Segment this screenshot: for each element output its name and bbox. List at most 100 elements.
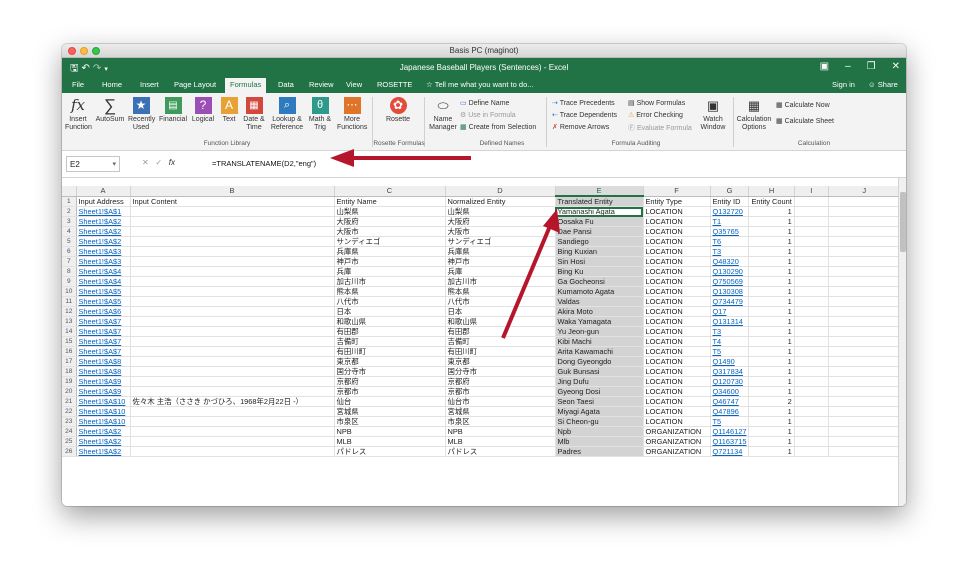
column-header-h[interactable]: H bbox=[748, 186, 795, 197]
table-cell[interactable]: T1 bbox=[710, 216, 750, 227]
table-cell[interactable] bbox=[794, 316, 829, 327]
table-cell[interactable] bbox=[828, 326, 901, 337]
table-cell[interactable]: 有田川町 bbox=[445, 346, 556, 357]
table-cell[interactable] bbox=[130, 256, 335, 267]
table-cell[interactable]: 和歌山県 bbox=[445, 316, 556, 327]
scrollbar-thumb[interactable] bbox=[900, 192, 906, 252]
table-cell[interactable] bbox=[794, 336, 829, 347]
table-cell[interactable]: Waka Yamagata bbox=[555, 316, 644, 327]
table-cell[interactable]: サンディエゴ bbox=[445, 236, 556, 247]
calculate-now-button[interactable]: ▦ Calculate Now bbox=[776, 101, 830, 109]
table-cell[interactable] bbox=[130, 246, 335, 257]
text-button[interactable]: A Text bbox=[219, 97, 239, 124]
remove-arrows-button[interactable]: ✗ Remove Arrows bbox=[552, 123, 609, 131]
table-cell[interactable]: Sheet1!$A$2 bbox=[76, 226, 131, 237]
tab-rosette[interactable]: ROSETTE bbox=[377, 80, 412, 89]
row-header[interactable]: 16 bbox=[62, 346, 77, 357]
table-cell[interactable]: Q131314 bbox=[710, 316, 750, 327]
fx-insert-icon[interactable]: fx bbox=[169, 158, 175, 167]
table-cell[interactable]: Q35765 bbox=[710, 226, 750, 237]
table-cell[interactable]: 八代市 bbox=[445, 296, 556, 307]
table-cell[interactable] bbox=[794, 296, 829, 307]
row-header[interactable]: 20 bbox=[62, 386, 77, 397]
table-cell[interactable]: LOCATION bbox=[643, 356, 711, 367]
table-cell[interactable]: T6 bbox=[710, 236, 750, 247]
table-cell[interactable] bbox=[828, 416, 901, 427]
table-cell[interactable]: 1 bbox=[748, 316, 795, 327]
tab-data[interactable]: Data bbox=[278, 80, 294, 89]
table-cell[interactable] bbox=[130, 216, 335, 227]
row-header[interactable]: 2 bbox=[62, 206, 77, 217]
table-cell[interactable]: Q17 bbox=[710, 306, 750, 317]
header-cell[interactable]: Entity Name bbox=[334, 196, 446, 207]
table-cell[interactable]: LOCATION bbox=[643, 246, 711, 257]
table-cell[interactable] bbox=[828, 236, 901, 247]
table-cell[interactable]: Sheet1!$A$2 bbox=[76, 436, 131, 447]
table-cell[interactable]: 兵庫県 bbox=[334, 246, 446, 257]
table-cell[interactable]: 京都市 bbox=[334, 386, 446, 397]
table-cell[interactable] bbox=[130, 306, 335, 317]
table-cell[interactable]: 京都市 bbox=[445, 386, 556, 397]
table-cell[interactable] bbox=[794, 426, 829, 437]
table-cell[interactable]: 1 bbox=[748, 266, 795, 277]
table-cell[interactable]: 熊本県 bbox=[445, 286, 556, 297]
column-header-g[interactable]: G bbox=[710, 186, 750, 197]
table-cell[interactable]: 有田郡 bbox=[334, 326, 446, 337]
table-cell[interactable]: Sheet1!$A$1 bbox=[76, 206, 131, 217]
table-cell[interactable] bbox=[794, 346, 829, 357]
table-cell[interactable]: 神戸市 bbox=[334, 256, 446, 267]
table-cell[interactable] bbox=[794, 386, 829, 397]
table-cell[interactable]: 1 bbox=[748, 386, 795, 397]
table-cell[interactable]: Sheet1!$A$3 bbox=[76, 256, 131, 267]
row-header[interactable]: 24 bbox=[62, 426, 77, 437]
table-cell[interactable]: LOCATION bbox=[643, 256, 711, 267]
table-cell[interactable]: Q34600 bbox=[710, 386, 750, 397]
table-cell[interactable]: Sheet1!$A$10 bbox=[76, 416, 131, 427]
table-cell[interactable]: Sandiego bbox=[555, 236, 644, 247]
table-cell[interactable]: 1 bbox=[748, 336, 795, 347]
table-cell[interactable] bbox=[130, 436, 335, 447]
define-name-button[interactable]: ▭ Define Name bbox=[460, 99, 509, 107]
trace-precedents-button[interactable]: ⇢ Trace Precedents bbox=[552, 99, 615, 107]
autosum-button[interactable]: ∑ AutoSum bbox=[95, 97, 125, 124]
table-cell[interactable]: サンディエゴ bbox=[334, 236, 446, 247]
table-cell[interactable]: LOCATION bbox=[643, 226, 711, 237]
row-header[interactable]: 6 bbox=[62, 246, 77, 257]
table-cell[interactable]: LOCATION bbox=[643, 396, 711, 407]
table-cell[interactable]: Si Cheon-gu bbox=[555, 416, 644, 427]
row-header[interactable]: 26 bbox=[62, 446, 77, 457]
table-cell[interactable] bbox=[794, 366, 829, 377]
table-cell[interactable]: Sheet1!$A$8 bbox=[76, 356, 131, 367]
table-cell[interactable] bbox=[130, 316, 335, 327]
table-cell[interactable]: 大阪市 bbox=[445, 226, 556, 237]
table-cell[interactable]: 1 bbox=[748, 226, 795, 237]
table-cell[interactable]: 加古川市 bbox=[445, 276, 556, 287]
table-cell[interactable]: 1 bbox=[748, 296, 795, 307]
sign-in-link[interactable]: Sign in bbox=[832, 80, 855, 89]
restore-icon[interactable]: ❐ bbox=[867, 61, 876, 72]
table-cell[interactable]: 京都府 bbox=[445, 376, 556, 387]
worksheet-grid[interactable]: A B C D E F G H I J 1 Input Address Input … bbox=[62, 178, 906, 506]
table-cell[interactable]: ORGANIZATION bbox=[643, 436, 711, 447]
table-cell[interactable] bbox=[828, 276, 901, 287]
tell-me-search[interactable]: ☆ Tell me what you want to do... bbox=[426, 80, 534, 89]
row-header[interactable]: 9 bbox=[62, 276, 77, 287]
tab-insert[interactable]: Insert bbox=[140, 80, 159, 89]
table-cell[interactable]: LOCATION bbox=[643, 386, 711, 397]
table-cell[interactable]: Guk Bunsasi bbox=[555, 366, 644, 377]
table-cell[interactable]: LOCATION bbox=[643, 346, 711, 357]
table-cell[interactable]: 大阪府 bbox=[334, 216, 446, 227]
table-cell[interactable]: Sheet1!$A$10 bbox=[76, 396, 131, 407]
table-cell[interactable]: 1 bbox=[748, 416, 795, 427]
table-cell[interactable] bbox=[794, 376, 829, 387]
table-cell[interactable]: Bing Ku bbox=[555, 266, 644, 277]
row-header[interactable]: 17 bbox=[62, 356, 77, 367]
table-cell[interactable]: Akira Moto bbox=[555, 306, 644, 317]
table-cell[interactable]: Sin Hosi bbox=[555, 256, 644, 267]
table-cell[interactable]: Sheet1!$A$4 bbox=[76, 276, 131, 287]
column-header-a[interactable]: A bbox=[76, 186, 131, 197]
table-cell[interactable] bbox=[828, 446, 901, 457]
table-cell[interactable]: LOCATION bbox=[643, 366, 711, 377]
table-cell[interactable]: 1 bbox=[748, 356, 795, 367]
table-cell[interactable]: 日本 bbox=[445, 306, 556, 317]
